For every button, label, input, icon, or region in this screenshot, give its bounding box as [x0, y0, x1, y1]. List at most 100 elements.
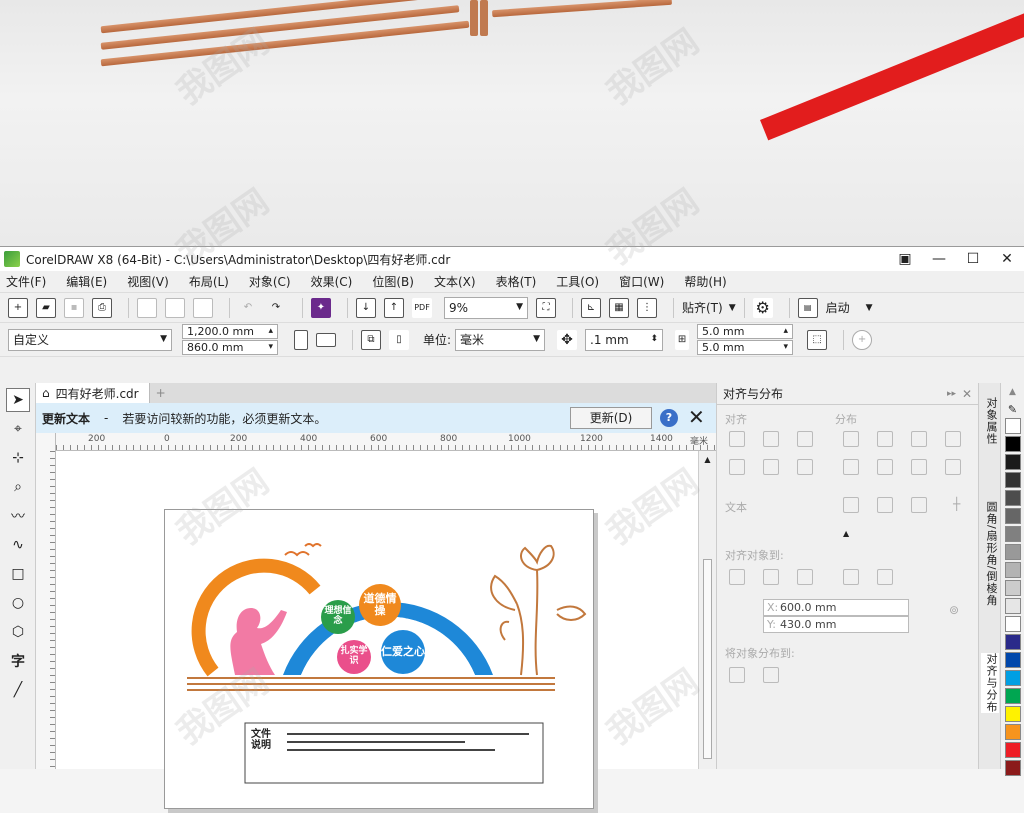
color-swatch[interactable]	[1004, 688, 1021, 704]
color-swatch[interactable]	[1004, 706, 1021, 722]
color-swatch[interactable]	[1004, 454, 1021, 470]
color-swatch[interactable]	[1004, 760, 1021, 776]
color-swatch[interactable]	[1004, 418, 1021, 434]
show-rulers-icon[interactable]: ⊾	[581, 297, 601, 318]
menu-object[interactable]: 对象(C)	[249, 273, 291, 290]
distribute-center-icon[interactable]	[877, 431, 893, 447]
scroll-thumb[interactable]	[703, 559, 712, 759]
drawing-canvas[interactable]: 理想信念 道德情操 扎实学识 仁爱之心 文件说明	[56, 451, 698, 809]
snap-chevron-down-icon[interactable]: ▼	[729, 303, 736, 313]
update-text-button[interactable]: 更新(D)	[570, 407, 652, 429]
cut-icon[interactable]	[137, 297, 157, 318]
color-swatch[interactable]	[1004, 562, 1021, 578]
window-restore-icon[interactable]: ▣	[888, 251, 922, 267]
color-swatch[interactable]	[1004, 742, 1021, 758]
menu-edit[interactable]: 编辑(E)	[66, 273, 107, 290]
artistic-media-tool-icon[interactable]: ∿	[6, 533, 30, 557]
all-pages-icon[interactable]: ⧉	[361, 329, 381, 350]
color-swatch[interactable]	[1004, 724, 1021, 740]
freehand-tool-icon[interactable]: 〰	[6, 504, 30, 528]
color-swatch[interactable]	[1004, 490, 1021, 506]
side-tab-fillet-scallop-chamfer[interactable]: 圆角/扇形角/倒棱角	[981, 501, 999, 606]
bleed-icon[interactable]: ⬚	[807, 329, 828, 350]
copy-icon[interactable]	[165, 297, 185, 318]
menu-file[interactable]: 文件(F)	[6, 273, 46, 290]
menu-layout[interactable]: 布局(L)	[189, 273, 229, 290]
new-document-icon[interactable]: +	[8, 297, 28, 318]
menu-view[interactable]: 视图(V)	[127, 273, 169, 290]
color-swatch[interactable]	[1004, 598, 1021, 614]
docker-expand-icon[interactable]: ▸▸	[947, 389, 956, 399]
align-to-page-edge-icon[interactable]	[763, 569, 779, 585]
text-first-line-icon[interactable]	[843, 497, 859, 513]
align-y-field[interactable]: Y: 430.0 mm	[763, 616, 909, 633]
snap-to-menu[interactable]: 贴齐(T)	[682, 299, 723, 316]
page-preset-select[interactable]: 自定义 ▼	[8, 328, 172, 351]
paste-icon[interactable]	[193, 297, 213, 318]
distribute-middle-icon[interactable]	[877, 459, 893, 475]
nudge-distance-field[interactable]: .1 mm ⬍	[585, 328, 664, 351]
add-tab-icon[interactable]: +	[156, 386, 166, 400]
align-to-active-object-icon[interactable]	[729, 569, 745, 585]
color-swatch[interactable]	[1004, 634, 1021, 650]
landscape-icon[interactable]	[316, 332, 336, 347]
distribute-spacing-h-icon[interactable]	[945, 431, 961, 447]
horizontal-ruler[interactable]: 200 0 200 400 600 800 1000 1200 1400 毫米	[56, 433, 716, 451]
import-icon[interactable]: ↓	[356, 297, 376, 318]
side-tab-align-distribute[interactable]: 对齐与分布	[981, 653, 999, 713]
duplicate-y-field[interactable]: 5.0 mm ▾	[697, 340, 794, 355]
polygon-tool-icon[interactable]: ⬡	[6, 620, 30, 644]
menu-effects[interactable]: 效果(C)	[311, 273, 353, 290]
minimize-button[interactable]: —	[922, 251, 956, 267]
outline-icon[interactable]: ┼	[953, 497, 969, 513]
align-left-icon[interactable]	[729, 431, 745, 447]
launch-menu[interactable]: 启动	[826, 299, 850, 316]
launch-icon[interactable]: ▤	[797, 297, 818, 318]
launch-chevron-down-icon[interactable]: ▼	[866, 303, 873, 313]
color-swatch[interactable]	[1004, 580, 1021, 596]
options-gear-icon[interactable]: ⚙	[752, 297, 773, 318]
duplicate-x-field[interactable]: 5.0 mm ▴	[697, 324, 794, 339]
save-icon[interactable]: ▪	[64, 297, 84, 318]
color-swatch[interactable]	[1004, 508, 1021, 524]
pick-tool-icon[interactable]: ➤	[6, 388, 30, 412]
menu-table[interactable]: 表格(T)	[496, 273, 537, 290]
search-content-icon[interactable]: ✦	[311, 297, 331, 318]
menu-window[interactable]: 窗口(W)	[619, 273, 664, 290]
current-page-icon[interactable]: ▯	[389, 329, 409, 350]
align-to-grid-icon[interactable]	[843, 569, 859, 585]
menu-help[interactable]: 帮助(H)	[684, 273, 726, 290]
distribute-to-page-icon[interactable]	[763, 667, 779, 683]
zoom-level-select[interactable]: 9% ▼	[444, 296, 528, 319]
color-swatch[interactable]	[1004, 544, 1021, 560]
vertical-ruler[interactable]	[36, 433, 56, 769]
undo-icon[interactable]: ↶	[238, 298, 258, 318]
document-tab[interactable]: ⌂ 四有好老师.cdr	[36, 383, 150, 403]
full-screen-icon[interactable]: ⛶	[536, 297, 556, 318]
text-bounding-box-icon[interactable]	[911, 497, 927, 513]
color-swatch[interactable]	[1004, 526, 1021, 542]
menu-text[interactable]: 文本(X)	[434, 273, 476, 290]
distribute-to-selection-icon[interactable]	[729, 667, 745, 683]
color-swatch[interactable]	[1004, 436, 1021, 452]
menu-bitmaps[interactable]: 位图(B)	[372, 273, 414, 290]
help-icon[interactable]: ?	[660, 409, 678, 427]
distribute-top-icon[interactable]	[843, 459, 859, 475]
align-top-icon[interactable]	[729, 459, 745, 475]
zoom-tool-icon[interactable]: ⌕	[6, 475, 30, 499]
eyedropper-icon[interactable]: ✎	[1001, 403, 1024, 416]
vertical-scrollbar[interactable]: ▲	[698, 451, 716, 769]
color-swatch[interactable]	[1004, 670, 1021, 686]
align-right-icon[interactable]	[797, 431, 813, 447]
maximize-button[interactable]: ☐	[956, 251, 990, 267]
close-notice-icon[interactable]: ✕	[688, 405, 705, 429]
align-bottom-icon[interactable]	[797, 459, 813, 475]
color-swatch[interactable]	[1004, 472, 1021, 488]
side-tab-object-properties[interactable]: 对象属性	[981, 397, 999, 445]
parallel-dimension-tool-icon[interactable]: ╱	[6, 678, 30, 702]
portrait-icon[interactable]	[294, 329, 308, 350]
shape-tool-icon[interactable]: ⌖	[6, 417, 30, 441]
export-icon[interactable]: ↑	[384, 297, 404, 318]
text-tool-icon[interactable]: 字	[6, 649, 30, 673]
align-center-v-icon[interactable]	[763, 459, 779, 475]
